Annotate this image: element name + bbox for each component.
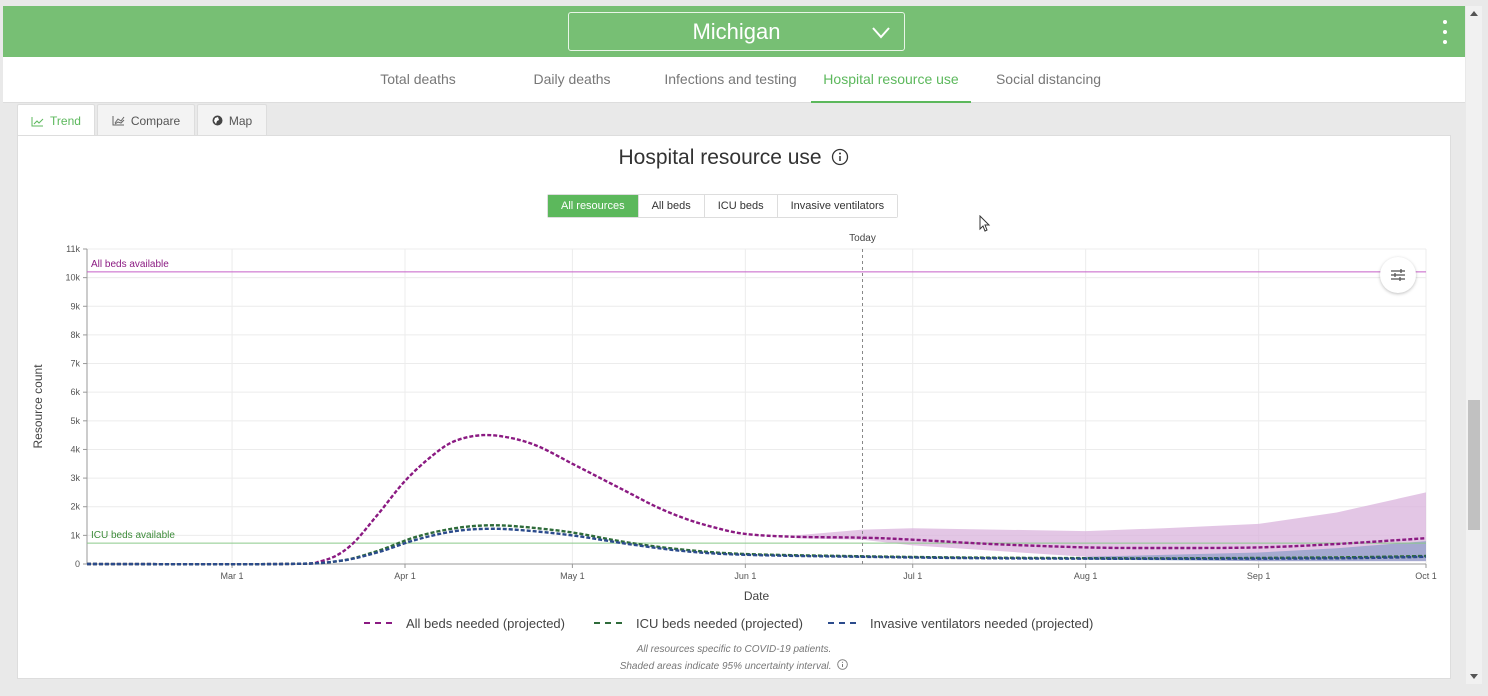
tab-hospital-resource-use[interactable]: Hospital resource use [811, 57, 971, 103]
filter-invasive-ventilators[interactable]: Invasive ventilators [777, 195, 898, 217]
tab-trend-label: Trend [50, 114, 81, 128]
footnote-covid: All resources specific to COVID-19 patie… [636, 644, 832, 655]
y-tick-label: 7k [70, 359, 80, 369]
reference-label-icu-beds: ICU beds available [91, 530, 175, 541]
tab-compare-label: Compare [130, 113, 181, 128]
tab-infections-testing[interactable]: Infections and testing [653, 57, 808, 103]
x-tick-label: Aug 1 [1074, 571, 1098, 581]
chart-settings-button[interactable] [1380, 257, 1416, 293]
globe-icon [212, 115, 223, 126]
legend-item-ventilators[interactable]: Invasive ventilators needed (projected) [828, 613, 1093, 633]
y-tick-label: 1k [70, 530, 80, 540]
x-axis-title: Date [744, 589, 770, 603]
x-tick-label: Oct 1 [1415, 571, 1437, 581]
state-select-label: Michigan [692, 18, 781, 44]
x-tick-label: Jun 1 [734, 571, 756, 581]
today-label: Today [849, 233, 876, 244]
tab-compare[interactable]: Compare [97, 104, 195, 136]
mouse-cursor-icon [979, 215, 991, 232]
footnote-uncertainty: Shaded areas indicate 95% uncertainty in… [619, 661, 832, 672]
info-icon[interactable] [831, 148, 849, 166]
x-tick-label: Apr 1 [394, 571, 416, 581]
page-scrollbar[interactable] [1466, 6, 1482, 684]
info-icon[interactable] [837, 659, 849, 670]
compare-chart-icon [112, 116, 125, 126]
legend-label-all-beds: All beds needed (projected) [406, 615, 565, 631]
reference-label-all-beds: All beds available [91, 259, 169, 270]
header-bar: Michigan [3, 6, 1465, 57]
tab-map-label: Map [228, 113, 253, 128]
legend-item-icu-beds[interactable]: ICU beds needed (projected) [594, 613, 803, 633]
x-tick-label: May 1 [560, 571, 585, 581]
filter-icu-beds[interactable]: ICU beds [704, 195, 778, 217]
sliders-icon [1391, 269, 1405, 281]
resource-filter-group: All resources All beds ICU beds Invasive… [547, 194, 899, 218]
filter-all-beds[interactable]: All beds [638, 195, 705, 217]
y-tick-label: 2k [70, 502, 80, 512]
legend-swatch-all-beds [364, 622, 392, 624]
legend-label-ventilators: Invasive ventilators needed (projected) [870, 615, 1094, 631]
scroll-down-icon[interactable] [1470, 674, 1478, 679]
filter-all-resources[interactable]: All resources [548, 195, 639, 217]
y-tick-label: 6k [70, 387, 80, 397]
x-tick-label: Sep 1 [1247, 571, 1271, 581]
footnote-uncertainty-wrap: Shaded areas indicate 95% uncertainty in… [18, 659, 1450, 672]
legend-swatch-icu-beds [594, 622, 622, 624]
nav-bar: Total deaths Daily deaths Infections and… [3, 57, 1465, 103]
chevron-down-icon [872, 27, 890, 39]
state-select[interactable]: Michigan [568, 12, 905, 51]
x-tick-label: Jul 1 [903, 571, 922, 581]
legend-item-all-beds[interactable]: All beds needed (projected) [364, 613, 565, 633]
chart-title-wrap: Hospital resource use [18, 146, 1450, 170]
y-tick-label: 3k [70, 473, 80, 483]
tab-daily-deaths[interactable]: Daily deaths [517, 57, 627, 103]
more-vert-icon[interactable] [1436, 20, 1454, 44]
y-tick-label: 0 [75, 559, 80, 569]
tab-trend[interactable]: Trend [17, 104, 95, 137]
legend-label-icu-beds: ICU beds needed (projected) [636, 615, 803, 631]
legend-swatch-ventilators [828, 622, 856, 624]
chart-title: Hospital resource use [618, 146, 822, 169]
chart-panel: Hospital resource use All resources All … [17, 135, 1451, 679]
y-tick-label: 8k [70, 330, 80, 340]
tab-social-distancing[interactable]: Social distancing [986, 57, 1111, 103]
tab-map[interactable]: Map [197, 104, 267, 136]
scroll-thumb[interactable] [1468, 400, 1480, 530]
y-tick-label: 9k [70, 301, 80, 311]
scroll-up-icon[interactable] [1470, 11, 1478, 16]
y-tick-label: 4k [70, 444, 80, 454]
y-axis-title: Resource count [31, 364, 45, 449]
line-chart-icon [31, 116, 44, 126]
y-tick-label: 10k [65, 273, 80, 283]
y-tick-label: 11k [66, 244, 80, 254]
y-tick-label: 5k [70, 416, 80, 426]
x-tick-label: Mar 1 [221, 571, 244, 581]
tab-total-deaths[interactable]: Total deaths [363, 57, 473, 103]
